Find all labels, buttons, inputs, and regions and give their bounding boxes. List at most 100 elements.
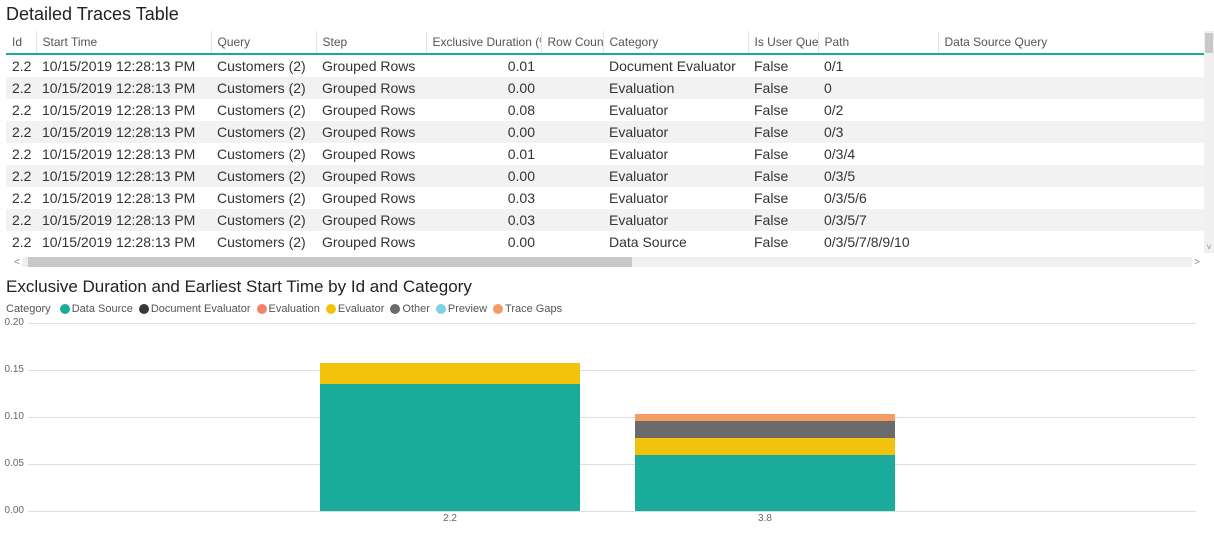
legend-swatch <box>60 304 70 314</box>
legend-item[interactable]: Trace Gaps <box>493 303 562 315</box>
col-row-count[interactable]: Row Count <box>541 31 603 54</box>
cell-dur: 0.01 <box>426 54 541 77</box>
x-tick-label: 2.2 <box>320 513 580 524</box>
col-exclusive-duration[interactable]: Exclusive Duration (%) <box>426 31 541 54</box>
x-tick-label: 3.8 <box>635 513 895 524</box>
cell-start: 10/15/2019 12:28:13 PM <box>36 165 211 187</box>
chevron-right-icon[interactable]: > <box>1192 257 1202 268</box>
bar-segment[interactable] <box>635 414 895 421</box>
cell-dur: 0.03 <box>426 187 541 209</box>
cell-cat: Evaluator <box>603 165 748 187</box>
col-id[interactable]: Id <box>6 31 36 54</box>
cell-dsq <box>938 121 1204 143</box>
table-row[interactable]: 2.210/15/2019 12:28:13 PMCustomers (2)Gr… <box>6 77 1204 99</box>
cell-id: 2.2 <box>6 231 36 253</box>
cell-dur: 0.00 <box>426 121 541 143</box>
scrollbar-track[interactable] <box>22 257 1192 267</box>
bar-segment[interactable] <box>635 438 895 455</box>
cell-rc <box>541 54 603 77</box>
cell-step: Grouped Rows <box>316 209 426 231</box>
bar-segment[interactable] <box>320 363 580 385</box>
col-data-source-query[interactable]: Data Source Query <box>938 31 1204 54</box>
legend-text: Preview <box>448 303 487 315</box>
cell-rc <box>541 121 603 143</box>
cell-user: False <box>748 99 818 121</box>
col-is-user-query[interactable]: Is User Query <box>748 31 818 54</box>
cell-dsq <box>938 209 1204 231</box>
col-step[interactable]: Step <box>316 31 426 54</box>
col-start-time[interactable]: Start Time <box>36 31 211 54</box>
table-row[interactable]: 2.210/15/2019 12:28:13 PMCustomers (2)Gr… <box>6 121 1204 143</box>
cell-step: Grouped Rows <box>316 54 426 77</box>
cell-id: 2.2 <box>6 209 36 231</box>
chevron-left-icon[interactable]: < <box>12 257 22 268</box>
cell-dur: 0.01 <box>426 143 541 165</box>
cell-start: 10/15/2019 12:28:13 PM <box>36 187 211 209</box>
legend-item[interactable]: Evaluator <box>326 303 384 315</box>
gridline <box>28 511 1196 512</box>
legend-label: Category <box>6 303 51 315</box>
cell-path: 0/3/5/7 <box>818 209 938 231</box>
legend-swatch <box>139 304 149 314</box>
legend-swatch <box>257 304 267 314</box>
table-row[interactable]: 2.210/15/2019 12:28:13 PMCustomers (2)Gr… <box>6 187 1204 209</box>
col-category[interactable]: Category <box>603 31 748 54</box>
table-title: Detailed Traces Table <box>0 0 1214 31</box>
cell-user: False <box>748 165 818 187</box>
cell-step: Grouped Rows <box>316 231 426 253</box>
legend-item[interactable]: Evaluation <box>257 303 320 315</box>
cell-step: Grouped Rows <box>316 121 426 143</box>
table-row[interactable]: 2.210/15/2019 12:28:13 PMCustomers (2)Gr… <box>6 143 1204 165</box>
cell-cat: Evaluator <box>603 99 748 121</box>
col-query[interactable]: Query <box>211 31 316 54</box>
cell-start: 10/15/2019 12:28:13 PM <box>36 77 211 99</box>
cell-start: 10/15/2019 12:28:13 PM <box>36 54 211 77</box>
gridline <box>28 370 1196 371</box>
cell-dur: 0.03 <box>426 209 541 231</box>
table-header-row[interactable]: Id Start Time Query Step Exclusive Durat… <box>6 31 1204 54</box>
vertical-scrollbar[interactable]: ⅴ <box>1204 31 1214 253</box>
legend-item[interactable]: Preview <box>436 303 487 315</box>
cell-path: 0/3/5/6 <box>818 187 938 209</box>
cell-query: Customers (2) <box>211 231 316 253</box>
horizontal-scrollbar[interactable]: < > <box>12 255 1202 269</box>
cell-query: Customers (2) <box>211 99 316 121</box>
scrollbar-thumb[interactable] <box>1205 33 1213 53</box>
legend-swatch <box>436 304 446 314</box>
bar-segment[interactable] <box>320 384 580 511</box>
cell-dsq <box>938 77 1204 99</box>
legend-item[interactable]: Document Evaluator <box>139 303 251 315</box>
bar-segment[interactable] <box>635 421 895 438</box>
table-row[interactable]: 2.210/15/2019 12:28:13 PMCustomers (2)Gr… <box>6 209 1204 231</box>
y-tick-label: 0.10 <box>0 411 24 422</box>
scrollbar-thumb[interactable] <box>28 257 632 267</box>
bar[interactable] <box>635 323 895 511</box>
chart-plot-area[interactable]: 0.000.050.100.150.202.23.8 <box>0 323 1200 523</box>
cell-path: 0/3/5/7/8/9/10 <box>818 231 938 253</box>
cell-cat: Evaluation <box>603 77 748 99</box>
bar-segment[interactable] <box>635 455 895 511</box>
cell-rc <box>541 231 603 253</box>
table-row[interactable]: 2.210/15/2019 12:28:13 PMCustomers (2)Gr… <box>6 165 1204 187</box>
table-row[interactable]: 2.210/15/2019 12:28:13 PMCustomers (2)Gr… <box>6 99 1204 121</box>
chart-legend[interactable]: Category Data Source Document Evaluator Ev… <box>0 303 1214 323</box>
cell-dur: 0.08 <box>426 99 541 121</box>
cell-dsq <box>938 187 1204 209</box>
table-row[interactable]: 2.210/15/2019 12:28:13 PMCustomers (2)Gr… <box>6 231 1204 253</box>
legend-item[interactable]: Data Source <box>60 303 133 315</box>
traces-table[interactable]: Id Start Time Query Step Exclusive Durat… <box>6 31 1204 253</box>
bar[interactable] <box>320 323 580 511</box>
cell-cat: Evaluator <box>603 121 748 143</box>
cell-cat: Data Source <box>603 231 748 253</box>
legend-swatch <box>326 304 336 314</box>
legend-text: Trace Gaps <box>505 303 562 315</box>
chevron-down-icon[interactable]: ⅴ <box>1205 241 1213 251</box>
legend-text: Evaluator <box>338 303 384 315</box>
legend-text: Data Source <box>72 303 133 315</box>
table-row[interactable]: 2.210/15/2019 12:28:13 PMCustomers (2)Gr… <box>6 54 1204 77</box>
gridline <box>28 464 1196 465</box>
legend-item[interactable]: Other <box>390 303 430 315</box>
traces-table-wrap: Id Start Time Query Step Exclusive Durat… <box>6 31 1204 253</box>
col-path[interactable]: Path <box>818 31 938 54</box>
cell-step: Grouped Rows <box>316 143 426 165</box>
